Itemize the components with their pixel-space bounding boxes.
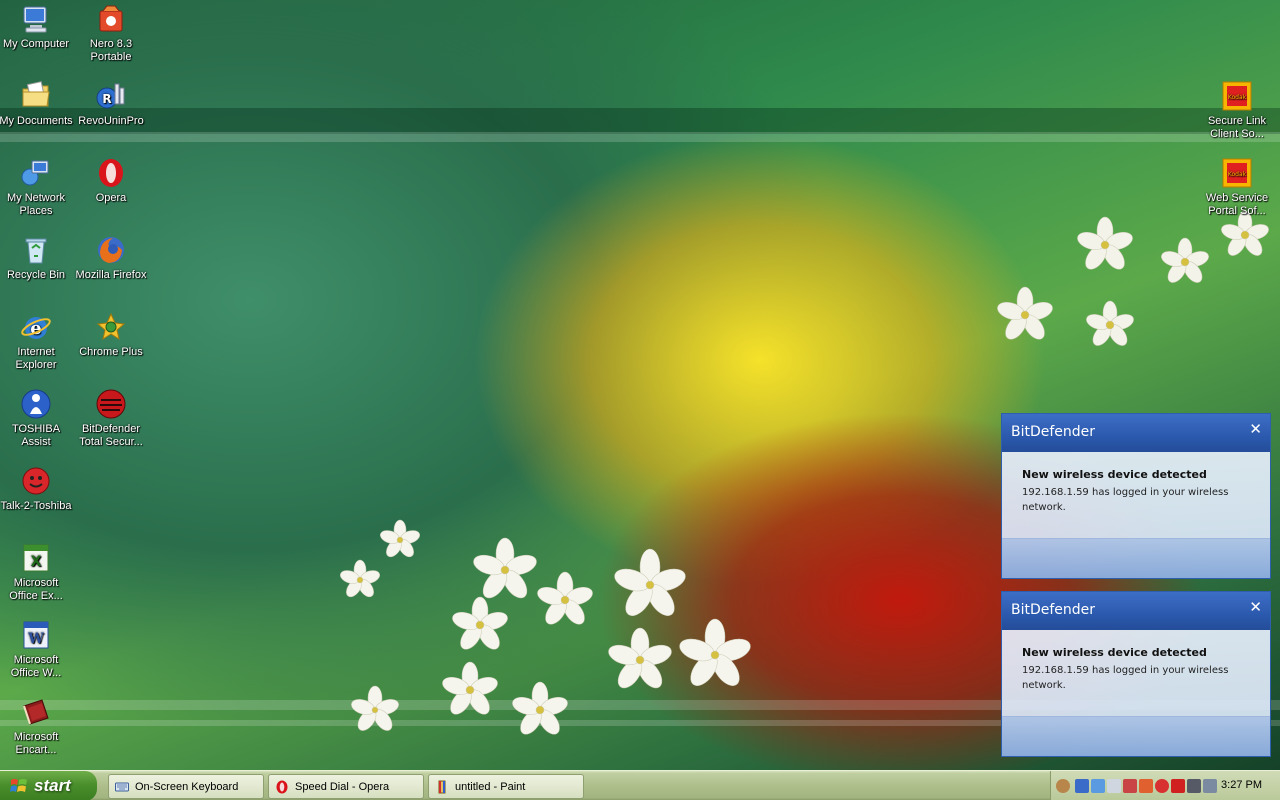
notification-footer bbox=[1002, 716, 1270, 756]
svg-text:Kodak: Kodak bbox=[1228, 171, 1247, 178]
opera-icon bbox=[99, 159, 123, 187]
antivirus-tray-icon[interactable] bbox=[1171, 779, 1185, 793]
desktop-icon-microsoft-encarta[interactable]: Microsoft Encart... bbox=[0, 696, 74, 757]
flower-decoration bbox=[340, 519, 751, 735]
wallpaper-band bbox=[0, 132, 1280, 142]
taskbar-button-label: On-Screen Keyboard bbox=[135, 781, 239, 793]
talk-2-toshiba-icon bbox=[22, 467, 50, 495]
nero-icon bbox=[99, 5, 123, 32]
network-icon bbox=[21, 160, 49, 186]
bitdefender-tray-icon[interactable] bbox=[1155, 779, 1169, 793]
toshiba-assist-icon bbox=[21, 389, 51, 419]
notification-heading: New wireless device detected bbox=[1022, 468, 1207, 481]
close-button[interactable]: ✕ bbox=[1249, 598, 1262, 616]
desktop-icon-my-computer[interactable]: My Computer bbox=[0, 3, 74, 51]
desktop-icon-toshiba-assist[interactable]: TOSHIBA Assist bbox=[0, 388, 74, 449]
bitdefender-notification: BitDefender ✕ New wireless device detect… bbox=[1001, 413, 1271, 579]
wireless-tray-icon[interactable] bbox=[1091, 779, 1105, 793]
taskbar-button-on-screen-keyboard[interactable]: On-Screen Keyboard bbox=[108, 774, 264, 799]
security-tray-icon[interactable] bbox=[1123, 779, 1137, 793]
desktop-icon-talk-2-toshiba[interactable]: Talk-2-Toshiba bbox=[0, 465, 74, 513]
desktop-icon-secure-link-client[interactable]: Kodak Secure Link Client So... bbox=[1199, 80, 1275, 141]
notification-title: BitDefender bbox=[1011, 424, 1096, 440]
network-tray-icon[interactable] bbox=[1075, 779, 1089, 793]
flower-decoration bbox=[997, 210, 1269, 346]
revo-uninstaller-icon: R bbox=[96, 83, 125, 109]
kodak-icon: Kodak bbox=[1222, 81, 1252, 111]
opera-icon bbox=[276, 780, 288, 794]
desktop-icon-chrome-plus[interactable]: Chrome Plus bbox=[73, 311, 149, 359]
internet-explorer-icon: e bbox=[21, 317, 51, 339]
start-label: start bbox=[34, 776, 71, 795]
computer-icon bbox=[23, 6, 47, 33]
recycle-bin-icon bbox=[25, 238, 47, 264]
taskbar-button-label: Speed Dial - Opera bbox=[295, 781, 390, 793]
taskbar-button-label: untitled - Paint bbox=[455, 781, 526, 793]
notification-title-bar: BitDefender ✕ bbox=[1002, 592, 1270, 630]
desktop-icon-my-network-places[interactable]: My Network Places bbox=[0, 157, 74, 218]
close-button[interactable]: ✕ bbox=[1249, 420, 1262, 438]
desktop-icon-revouninpro[interactable]: R RevoUninPro bbox=[73, 80, 149, 128]
windows-logo-icon bbox=[10, 779, 27, 792]
taskbar-button-speed-dial-opera[interactable]: Speed Dial - Opera bbox=[268, 774, 424, 799]
excel-icon: X bbox=[23, 544, 49, 572]
chevron-left-icon[interactable] bbox=[1056, 779, 1070, 793]
svg-text:W: W bbox=[27, 631, 44, 647]
encarta-book-icon bbox=[23, 699, 49, 725]
notification-body: 192.168.1.59 has logged in your wireless… bbox=[1022, 487, 1229, 513]
clock[interactable]: 3:27 PM bbox=[1221, 779, 1262, 791]
folder-documents-icon bbox=[22, 81, 50, 107]
keyboard-icon bbox=[115, 782, 129, 792]
desktop-icon-mozilla-firefox[interactable]: Mozilla Firefox bbox=[73, 234, 149, 282]
power-tray-icon[interactable] bbox=[1203, 779, 1217, 793]
desktop-icon-bitdefender[interactable]: BitDefender Total Secur... bbox=[73, 388, 149, 449]
notification-body: 192.168.1.59 has logged in your wireless… bbox=[1022, 665, 1229, 691]
svg-text:R: R bbox=[102, 92, 111, 106]
wallpaper-band bbox=[0, 108, 1280, 134]
taskbar: start On-Screen Keyboard Speed Dial - Op… bbox=[0, 770, 1280, 800]
desktop-icon-recycle-bin[interactable]: Recycle Bin bbox=[0, 234, 74, 282]
kodak-icon: Kodak bbox=[1222, 158, 1252, 188]
display-tray-icon[interactable] bbox=[1187, 779, 1201, 793]
start-button[interactable]: start bbox=[0, 771, 97, 800]
desktop-icon-web-service-portal[interactable]: Kodak Web Service Portal Sof... bbox=[1199, 157, 1275, 218]
notification-footer bbox=[1002, 538, 1270, 578]
desktop-icon-internet-explorer[interactable]: e Internet Explorer bbox=[0, 311, 74, 372]
desktop-icon-nero-portable[interactable]: Nero 8.3 Portable bbox=[73, 3, 149, 64]
svg-text:X: X bbox=[31, 554, 42, 570]
notification-title-bar: BitDefender ✕ bbox=[1002, 414, 1270, 452]
chrome-plus-icon bbox=[96, 312, 126, 341]
notification-heading: New wireless device detected bbox=[1022, 646, 1207, 659]
word-icon: W bbox=[23, 621, 49, 649]
bitdefender-icon bbox=[96, 389, 126, 419]
notification-title: BitDefender bbox=[1011, 602, 1096, 618]
taskbar-button-untitled-paint[interactable]: untitled - Paint bbox=[428, 774, 584, 799]
bitdefender-notification: BitDefender ✕ New wireless device detect… bbox=[1001, 591, 1271, 757]
paint-icon bbox=[438, 780, 446, 794]
svg-text:Kodak: Kodak bbox=[1228, 94, 1247, 101]
app-tray-icon[interactable] bbox=[1139, 779, 1153, 793]
firefox-icon bbox=[98, 237, 124, 263]
desktop-icon-my-documents[interactable]: My Documents bbox=[0, 80, 74, 128]
system-tray: 3:27 PM bbox=[1050, 771, 1280, 800]
desktop-icon-microsoft-office-word[interactable]: W Microsoft Office W... bbox=[0, 619, 74, 680]
desktop-icon-microsoft-office-excel[interactable]: X Microsoft Office Ex... bbox=[0, 542, 74, 603]
desktop-icon-opera[interactable]: Opera bbox=[73, 157, 149, 205]
volume-tray-icon[interactable] bbox=[1107, 779, 1121, 793]
